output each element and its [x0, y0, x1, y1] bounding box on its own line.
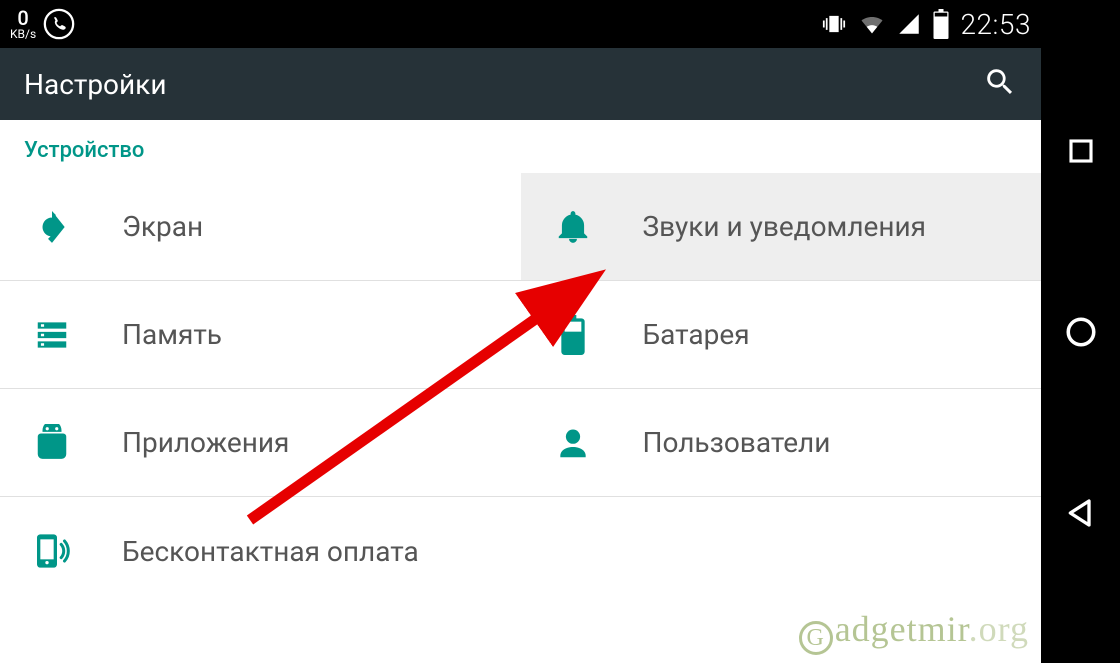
- settings-item-sound[interactable]: Звуки и уведомления: [521, 173, 1042, 281]
- settings-item-nfc[interactable]: Бесконтактная оплата: [0, 497, 520, 605]
- watermark: Gadgetmir.org: [799, 608, 1029, 655]
- speed-value: 0: [17, 8, 28, 28]
- settings-item-label: Экран: [122, 210, 203, 243]
- settings-item-label: Звуки и уведомления: [643, 210, 927, 243]
- settings-item-label: Батарея: [643, 318, 750, 351]
- settings-item-label: Бесконтактная оплата: [122, 535, 419, 568]
- settings-item-users[interactable]: Пользователи: [521, 389, 1042, 497]
- settings-item-apps[interactable]: Приложения: [0, 389, 521, 497]
- section-header-device: Устройство: [0, 120, 1041, 173]
- search-icon: [983, 65, 1017, 99]
- search-button[interactable]: [983, 65, 1017, 103]
- speed-unit: KB/s: [10, 28, 36, 40]
- recent-apps-button[interactable]: [1061, 131, 1101, 171]
- network-speed-indicator: 0 KB/s: [10, 8, 36, 40]
- system-nav-bar: [1041, 0, 1120, 663]
- status-bar: 0 KB/s 22:53: [0, 0, 1041, 48]
- storage-icon: [30, 316, 74, 354]
- square-icon: [1066, 136, 1096, 166]
- settings-list: Экран Звуки и уведомления Память Батарея: [0, 173, 1041, 605]
- wifi-icon: [858, 10, 886, 38]
- settings-item-label: Пользователи: [643, 426, 831, 459]
- circle-icon: [1064, 315, 1098, 349]
- app-bar: Настройки: [0, 48, 1041, 120]
- settings-item-display[interactable]: Экран: [0, 173, 521, 281]
- battery-icon: [932, 9, 950, 39]
- apps-icon: [30, 424, 74, 462]
- user-icon: [551, 424, 595, 462]
- clock: 22:53: [960, 8, 1031, 41]
- screen-content: 0 KB/s 22:53: [0, 0, 1041, 663]
- triangle-back-icon: [1065, 497, 1097, 529]
- battery-settings-icon: [551, 315, 595, 355]
- home-button[interactable]: [1061, 312, 1101, 352]
- display-icon: [30, 208, 74, 246]
- bell-icon: [551, 208, 595, 246]
- signal-icon: [896, 11, 922, 37]
- viber-icon: [42, 7, 76, 41]
- settings-item-battery[interactable]: Батарея: [521, 281, 1042, 389]
- settings-item-label: Приложения: [122, 426, 289, 459]
- vibrate-icon: [820, 10, 848, 38]
- page-title: Настройки: [24, 68, 166, 101]
- back-button[interactable]: [1061, 493, 1101, 533]
- settings-item-storage[interactable]: Память: [0, 281, 521, 389]
- settings-item-label: Память: [122, 318, 222, 351]
- nfc-icon: [30, 531, 74, 571]
